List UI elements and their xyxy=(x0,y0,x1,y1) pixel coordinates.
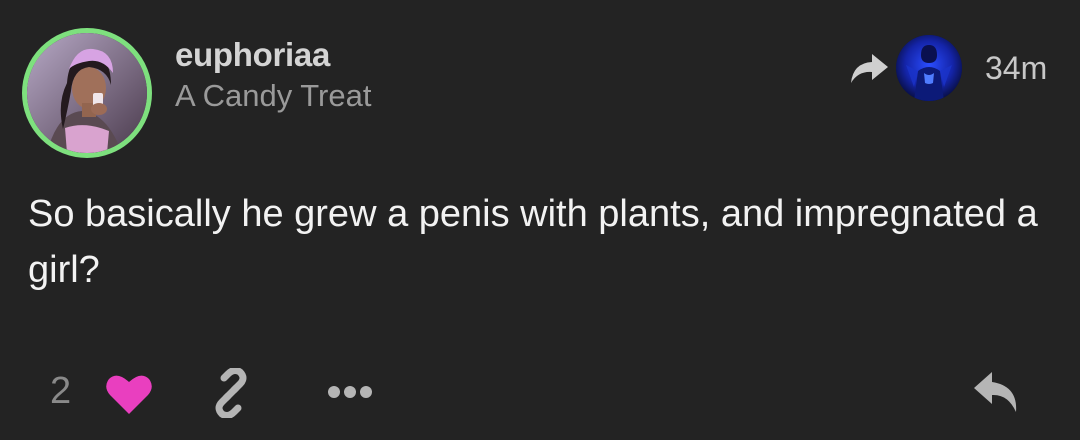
post-body-text: So basically he grew a penis with plants… xyxy=(28,193,1038,291)
author-avatar[interactable] xyxy=(22,28,152,158)
heart-icon[interactable] xyxy=(104,372,154,416)
author-subtitle: A Candy Treat xyxy=(175,78,372,113)
reblogger-avatar-image xyxy=(896,35,962,101)
link-icon[interactable] xyxy=(206,368,256,418)
post-timestamp: 34m xyxy=(985,50,1048,86)
reply-icon[interactable] xyxy=(972,370,1022,416)
like-count[interactable]: 2 xyxy=(50,370,71,413)
reblogger-avatar[interactable] xyxy=(896,35,962,101)
author-username[interactable]: euphoriaa xyxy=(175,36,330,74)
share-arrow-icon[interactable] xyxy=(848,50,890,86)
post-card: euphoriaa A Candy Treat 34m So basically… xyxy=(0,0,1080,440)
author-avatar-image xyxy=(27,33,147,153)
more-dots-icon[interactable] xyxy=(326,382,374,402)
